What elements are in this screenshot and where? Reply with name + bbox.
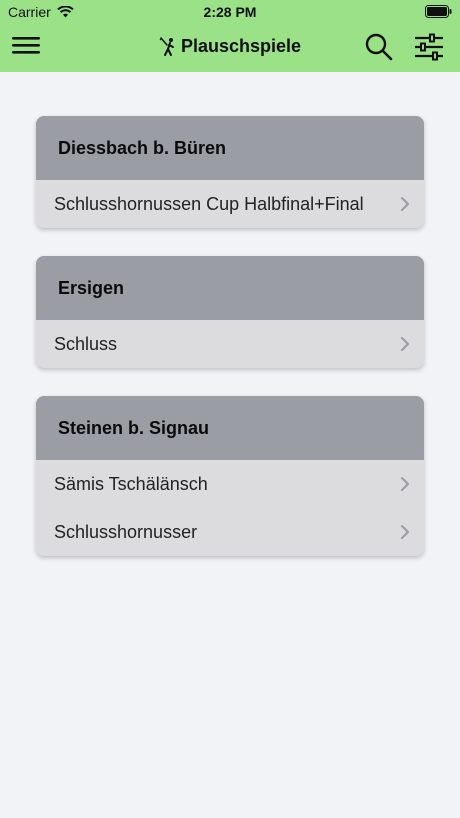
- location-header: Steinen b. Signau: [36, 396, 424, 460]
- nav-bar: Plauschspiele: [0, 24, 460, 72]
- search-button[interactable]: [364, 32, 396, 64]
- event-label: Sämis Tschälänsch: [54, 473, 208, 494]
- chevron-right-icon: [401, 197, 409, 211]
- status-time: 2:28 PM: [203, 4, 257, 20]
- battery-icon: [425, 5, 452, 21]
- filter-sliders-icon: [415, 33, 443, 61]
- event-row[interactable]: Schlusshornussen Cup Halbfinal+Final: [36, 180, 424, 228]
- event-row[interactable]: Sämis Tschälänsch: [36, 460, 424, 508]
- chevron-right-icon: [401, 477, 409, 491]
- hornusser-player-icon: [159, 36, 174, 56]
- location-header: Ersigen: [36, 256, 424, 320]
- event-label: Schlusshornusser: [54, 521, 198, 542]
- event-label: Schluss: [54, 333, 118, 354]
- filter-button[interactable]: [414, 32, 448, 64]
- search-icon: [365, 33, 393, 61]
- location-card: Steinen b. Signau Sämis Tschälänsch Schl…: [36, 396, 424, 556]
- location-header: Diessbach b. Büren: [36, 116, 424, 180]
- event-row[interactable]: Schlusshornusser: [36, 508, 424, 556]
- status-bar: Carrier 2:28 PM: [0, 0, 460, 24]
- location-card: Diessbach b. Büren Schlusshornussen Cup …: [36, 116, 424, 228]
- page-title: Plauschspiele: [180, 36, 302, 56]
- event-row[interactable]: Schluss: [36, 320, 424, 368]
- chevron-right-icon: [401, 525, 409, 539]
- top-bar: Carrier 2:28 PM Plauschspiele: [0, 0, 460, 72]
- event-label: Schlusshornussen Cup Halbfinal+Final: [54, 193, 364, 214]
- chevron-right-icon: [401, 337, 409, 351]
- location-card: Ersigen Schluss: [36, 256, 424, 368]
